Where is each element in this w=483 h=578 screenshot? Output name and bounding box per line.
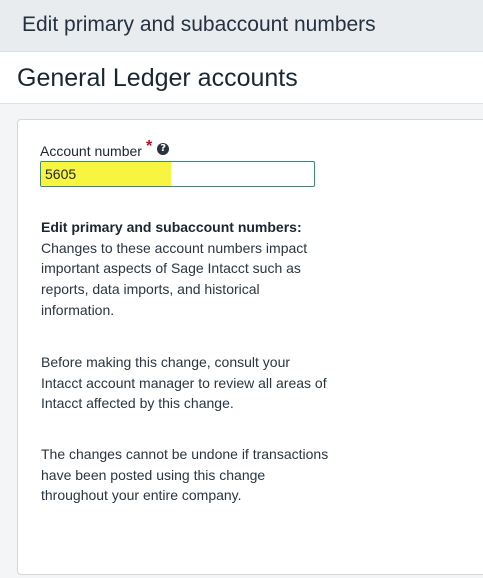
info-section-2: Before making this change, consult your … [41, 352, 331, 414]
account-number-label-row: Account number * ? [40, 138, 170, 160]
dialog-title-bar: Edit primary and subaccount numbers [0, 0, 483, 52]
info-section-3: The changes cannot be undone if transact… [41, 444, 331, 506]
page-header: General Ledger accounts [0, 52, 483, 104]
account-number-input[interactable] [41, 162, 314, 186]
info-paragraph-2: Before making this change, consult your … [41, 354, 327, 412]
page-title: General Ledger accounts [17, 64, 298, 92]
info-heading: Edit primary and subaccount numbers: [41, 219, 302, 235]
form-card: Account number * ? Edit primary and suba… [17, 119, 483, 575]
info-paragraph-1: Changes to these account numbers impact … [41, 239, 308, 318]
info-paragraph-3: The changes cannot be undone if transact… [41, 446, 329, 504]
info-section-1: Edit primary and subaccount numbers: Cha… [41, 217, 331, 321]
account-number-label: Account number [40, 143, 142, 159]
dialog-title: Edit primary and subaccount numbers [22, 13, 376, 36]
account-number-field[interactable] [40, 161, 315, 187]
question-circle-icon[interactable]: ? [157, 143, 170, 155]
required-marker: * [145, 138, 153, 155]
